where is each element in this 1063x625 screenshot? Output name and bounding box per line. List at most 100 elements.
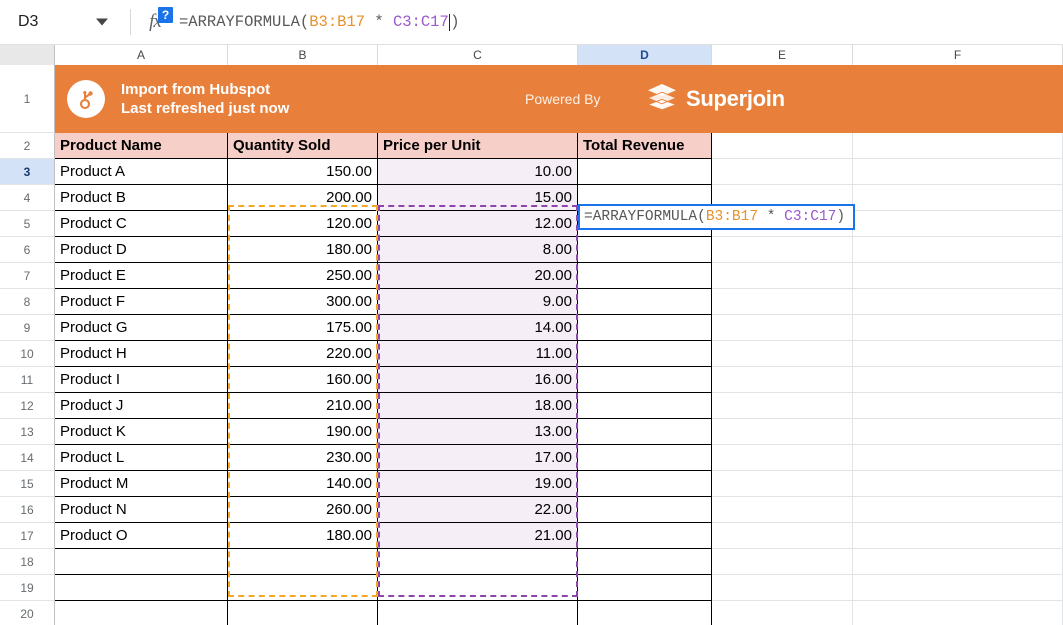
cell-quantity-sold[interactable]: 220.00	[228, 341, 378, 367]
cell-product-name[interactable]: Product O	[55, 523, 228, 549]
row-header-8[interactable]: 8	[0, 289, 55, 315]
row-header-13[interactable]: 13	[0, 419, 55, 445]
cell-quantity-sold[interactable]: 260.00	[228, 497, 378, 523]
cell-price-per-unit[interactable]: 18.00	[378, 393, 578, 419]
cell-price-per-unit[interactable]: 13.00	[378, 419, 578, 445]
cell-total-revenue[interactable]	[578, 341, 712, 367]
empty-cell[interactable]	[853, 393, 1063, 419]
empty-cell[interactable]	[378, 549, 578, 575]
cell-total-revenue[interactable]	[578, 523, 712, 549]
row-header-9[interactable]: 9	[0, 315, 55, 341]
cell-product-name[interactable]: Product H	[55, 341, 228, 367]
cell-quantity-sold[interactable]: 175.00	[228, 315, 378, 341]
empty-cell[interactable]	[712, 133, 853, 159]
chevron-down-icon[interactable]	[96, 18, 108, 26]
cell-price-per-unit[interactable]: 21.00	[378, 523, 578, 549]
cell-product-name[interactable]: Product E	[55, 263, 228, 289]
empty-cell[interactable]	[712, 367, 853, 393]
empty-cell[interactable]	[712, 471, 853, 497]
empty-cell[interactable]	[712, 497, 853, 523]
empty-cell[interactable]	[578, 601, 712, 625]
empty-cell[interactable]	[228, 549, 378, 575]
column-header-d[interactable]: D	[578, 45, 712, 65]
cell-total-revenue[interactable]	[578, 419, 712, 445]
row-header-1[interactable]: 1	[0, 65, 55, 133]
row-header-15[interactable]: 15	[0, 471, 55, 497]
cell-price-per-unit[interactable]: 17.00	[378, 445, 578, 471]
cell-price-per-unit[interactable]: 19.00	[378, 471, 578, 497]
empty-cell[interactable]	[712, 575, 853, 601]
cell-product-name[interactable]: Product J	[55, 393, 228, 419]
row-header-2[interactable]: 2	[0, 133, 55, 159]
empty-cell[interactable]	[853, 159, 1063, 185]
column-header-b[interactable]: B	[228, 45, 378, 65]
empty-cell[interactable]	[712, 159, 853, 185]
cell-product-name[interactable]: Product G	[55, 315, 228, 341]
row-header-3[interactable]: 3	[0, 159, 55, 185]
empty-cell[interactable]	[228, 575, 378, 601]
cell-quantity-sold[interactable]: 150.00	[228, 159, 378, 185]
function-button[interactable]: fx ?	[131, 0, 179, 45]
empty-cell[interactable]	[55, 575, 228, 601]
cell-quantity-sold[interactable]: 250.00	[228, 263, 378, 289]
cell-total-revenue[interactable]	[578, 393, 712, 419]
empty-cell[interactable]	[55, 601, 228, 625]
cell-quantity-sold[interactable]: 300.00	[228, 289, 378, 315]
cell-product-name[interactable]: Product A	[55, 159, 228, 185]
cell-product-name[interactable]: Product L	[55, 445, 228, 471]
row-header-19[interactable]: 19	[0, 575, 55, 601]
cell-quantity-sold[interactable]: 120.00	[228, 211, 378, 237]
formula-input[interactable]: =ARRAYFORMULA(B3:B17 * C3:C17)	[179, 13, 460, 31]
cell-total-revenue[interactable]	[578, 159, 712, 185]
empty-cell[interactable]	[712, 315, 853, 341]
empty-cell[interactable]	[853, 419, 1063, 445]
cell-quantity-sold[interactable]: 180.00	[228, 523, 378, 549]
help-badge-icon[interactable]: ?	[158, 6, 173, 23]
cell-total-revenue[interactable]	[578, 263, 712, 289]
empty-cell[interactable]	[712, 523, 853, 549]
empty-cell[interactable]	[853, 237, 1063, 263]
empty-cell[interactable]	[853, 445, 1063, 471]
empty-cell[interactable]	[712, 419, 853, 445]
cell-price-per-unit[interactable]: 22.00	[378, 497, 578, 523]
cell-product-name[interactable]: Product M	[55, 471, 228, 497]
column-header-a[interactable]: A	[55, 45, 228, 65]
empty-cell[interactable]	[712, 263, 853, 289]
row-header-11[interactable]: 11	[0, 367, 55, 393]
cell-price-per-unit[interactable]: 8.00	[378, 237, 578, 263]
cell-quantity-sold[interactable]: 160.00	[228, 367, 378, 393]
cell-price-per-unit[interactable]: 15.00	[378, 185, 578, 211]
cell-quantity-sold[interactable]: 210.00	[228, 393, 378, 419]
cell-product-name[interactable]: Product B	[55, 185, 228, 211]
column-header-f[interactable]: F	[853, 45, 1063, 65]
empty-cell[interactable]	[712, 341, 853, 367]
cell-price-per-unit[interactable]: 11.00	[378, 341, 578, 367]
cell-quantity-sold[interactable]: 180.00	[228, 237, 378, 263]
empty-cell[interactable]	[853, 523, 1063, 549]
cell-total-revenue[interactable]	[578, 237, 712, 263]
row-header-14[interactable]: 14	[0, 445, 55, 471]
empty-cell[interactable]	[853, 549, 1063, 575]
empty-cell[interactable]	[712, 601, 853, 625]
cell-total-revenue[interactable]	[578, 497, 712, 523]
empty-cell[interactable]	[853, 289, 1063, 315]
empty-cell[interactable]	[853, 601, 1063, 625]
cell-price-per-unit[interactable]: 12.00	[378, 211, 578, 237]
empty-cell[interactable]	[712, 445, 853, 471]
empty-cell[interactable]	[853, 315, 1063, 341]
cell-price-per-unit[interactable]: 20.00	[378, 263, 578, 289]
empty-cell[interactable]	[853, 133, 1063, 159]
empty-cell[interactable]	[853, 367, 1063, 393]
column-header-c[interactable]: C	[378, 45, 578, 65]
cell-total-revenue[interactable]	[578, 315, 712, 341]
row-header-16[interactable]: 16	[0, 497, 55, 523]
cell-price-per-unit[interactable]: 14.00	[378, 315, 578, 341]
cell-price-per-unit[interactable]: 10.00	[378, 159, 578, 185]
select-all-corner[interactable]	[0, 45, 55, 65]
empty-cell[interactable]	[853, 471, 1063, 497]
column-header-e[interactable]: E	[712, 45, 853, 65]
cell-total-revenue[interactable]	[578, 289, 712, 315]
cell-product-name[interactable]: Product C	[55, 211, 228, 237]
empty-cell[interactable]	[853, 185, 1063, 211]
empty-cell[interactable]	[228, 601, 378, 625]
